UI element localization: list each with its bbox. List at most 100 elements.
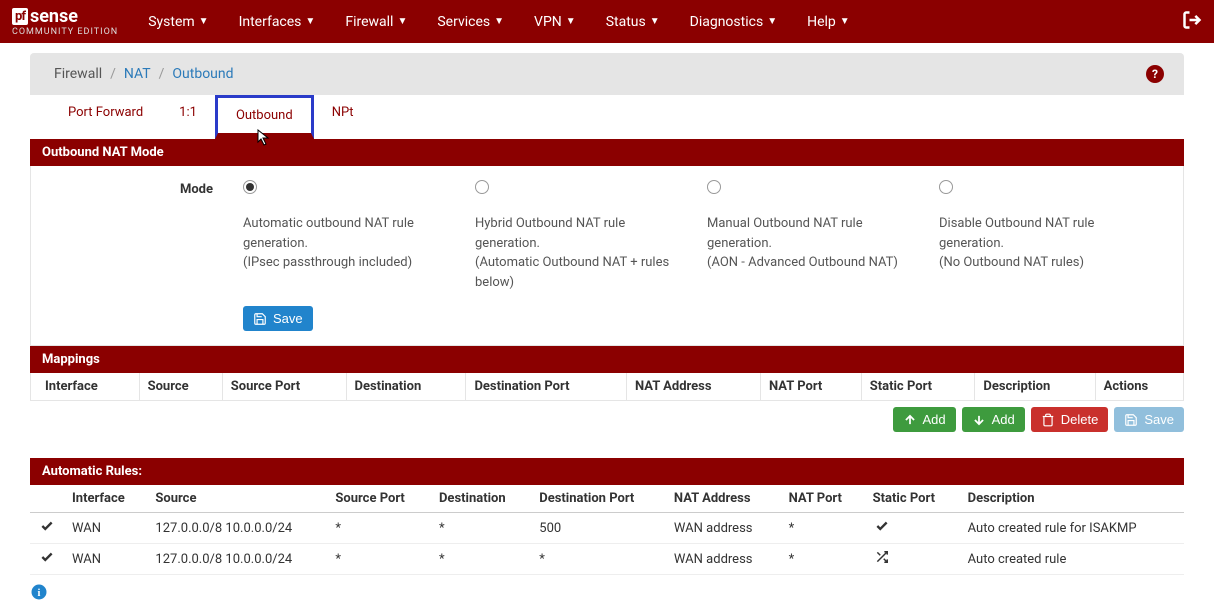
col-nataddr: NAT Address	[626, 373, 760, 401]
save-mappings-button[interactable]: Save	[1114, 407, 1184, 432]
cell-staticport	[865, 544, 960, 575]
help-icon[interactable]: ?	[1146, 65, 1164, 83]
col-source: Source	[139, 373, 222, 401]
col-staticport: Static Port	[861, 373, 975, 401]
cell-interface: WAN	[64, 513, 147, 544]
tab-outbound[interactable]: Outbound	[215, 95, 314, 139]
caret-down-icon: ▼	[199, 16, 209, 27]
cell-srcport: *	[327, 544, 431, 575]
table-row: WAN127.0.0.0/8 10.0.0.0/24**500WAN addre…	[30, 513, 1184, 544]
save-icon	[1124, 413, 1138, 427]
breadcrumb-sep: /	[110, 66, 116, 82]
nav-vpn[interactable]: VPN ▼	[534, 14, 576, 30]
col-interface: Interface	[31, 373, 140, 401]
logout-button[interactable]	[1182, 10, 1202, 34]
radio-hybrid[interactable]	[475, 180, 489, 194]
radio-automatic[interactable]	[243, 180, 257, 194]
col-actions: Actions	[1095, 373, 1183, 401]
caret-down-icon: ▼	[650, 16, 660, 27]
cell-dstport: *	[531, 544, 666, 575]
caret-down-icon: ▼	[566, 16, 576, 27]
nav-firewall[interactable]: Firewall ▼	[345, 14, 407, 30]
cell-dest: *	[431, 544, 531, 575]
save-mode-button[interactable]: Save	[243, 306, 313, 331]
logout-icon	[1182, 10, 1202, 30]
breadcrumb-nat[interactable]: NAT	[124, 66, 151, 82]
cell-dest: *	[431, 513, 531, 544]
nav-diagnostics-label: Diagnostics	[690, 14, 764, 30]
cell-nataddr: WAN address	[666, 544, 781, 575]
nav-status-label: Status	[606, 14, 646, 30]
logo[interactable]: pf sense COMMUNITY EDITION	[12, 6, 118, 37]
logo-sense: sense	[30, 6, 78, 27]
col-dstport: Destination Port	[466, 373, 627, 401]
tab-portforward[interactable]: Port Forward	[50, 95, 161, 139]
logo-subtitle: COMMUNITY EDITION	[12, 27, 118, 37]
nav-status[interactable]: Status ▼	[606, 14, 660, 30]
add-top-button[interactable]: Add	[893, 407, 956, 432]
nav-vpn-label: VPN	[534, 14, 562, 30]
radio-hybrid-desc: Hybrid Outbound NAT rule generation.(Aut…	[475, 214, 677, 292]
shuffle-icon	[873, 550, 891, 564]
caret-down-icon: ▼	[397, 16, 407, 27]
breadcrumb-sep: /	[159, 66, 165, 82]
delete-button[interactable]: Delete	[1031, 407, 1109, 432]
check-icon	[38, 519, 56, 533]
table-row: WAN127.0.0.0/8 10.0.0.0/24***WAN address…	[30, 544, 1184, 575]
nav-interfaces[interactable]: Interfaces▼	[239, 14, 316, 30]
nav-system-label: System	[148, 14, 194, 30]
tab-npt[interactable]: NPt	[314, 95, 372, 139]
cursor-icon	[257, 129, 271, 147]
col-status	[30, 485, 64, 513]
radio-automatic-desc: Automatic outbound NAT rule generation.(…	[243, 214, 445, 273]
breadcrumb-outbound[interactable]: Outbound	[172, 66, 233, 82]
panel-auto-rules-title: Automatic Rules:	[30, 458, 1184, 485]
cell-interface: WAN	[64, 544, 147, 575]
info-icon[interactable]: i	[30, 583, 48, 601]
save-mappings-label: Save	[1144, 412, 1174, 427]
nav-services[interactable]: Services ▼	[437, 14, 504, 30]
caret-down-icon: ▼	[494, 16, 504, 27]
col-dest: Destination	[346, 373, 466, 401]
radio-disable[interactable]	[939, 180, 953, 194]
cell-source: 127.0.0.0/8 10.0.0.0/24	[147, 544, 327, 575]
tab-oneone[interactable]: 1:1	[161, 95, 215, 139]
cell-source: 127.0.0.0/8 10.0.0.0/24	[147, 513, 327, 544]
check-icon	[38, 550, 56, 564]
nav-help[interactable]: Help▼	[807, 14, 850, 30]
cell-desc: Auto created rule	[960, 544, 1184, 575]
nav-help-label: Help	[807, 14, 836, 30]
nav-diagnostics[interactable]: Diagnostics▼	[690, 14, 777, 30]
nav-services-label: Services	[437, 14, 490, 30]
logo-pf: pf	[12, 8, 28, 25]
breadcrumb-firewall: Firewall	[54, 66, 102, 82]
panel-auto-rules: Automatic Rules: Interface Source Source…	[30, 458, 1184, 575]
radio-manual-desc: Manual Outbound NAT rule generation.(AON…	[707, 214, 909, 273]
acol-desc: Description	[960, 485, 1184, 513]
mode-label: Mode	[43, 180, 243, 197]
arrow-down-icon	[972, 413, 986, 427]
check-icon	[873, 519, 891, 533]
mappings-actions: Add Add Delete Save	[30, 401, 1184, 438]
panel-outbound-mode-title: Outbound NAT Mode	[30, 139, 1184, 166]
add-bottom-button[interactable]: Add	[962, 407, 1025, 432]
acol-nataddr: NAT Address	[666, 485, 781, 513]
acol-dest: Destination	[431, 485, 531, 513]
save-icon	[253, 312, 267, 326]
col-natport: NAT Port	[761, 373, 862, 401]
cell-natport: *	[781, 513, 865, 544]
acol-dstport: Destination Port	[531, 485, 666, 513]
caret-down-icon: ▼	[767, 16, 777, 27]
add-top-label: Add	[923, 412, 946, 427]
panel-mappings: Mappings Interface Source Source Port De…	[30, 346, 1184, 401]
cell-srcport: *	[327, 513, 431, 544]
nav-firewall-label: Firewall	[345, 14, 393, 30]
col-desc: Description	[975, 373, 1095, 401]
top-navbar: pf sense COMMUNITY EDITION System ▼ Inter…	[0, 0, 1214, 43]
arrow-up-icon	[903, 413, 917, 427]
breadcrumb: Firewall / NAT / Outbound ?	[30, 53, 1184, 95]
nav-system[interactable]: System ▼	[148, 14, 208, 30]
radio-manual[interactable]	[707, 180, 721, 194]
acol-srcport: Source Port	[327, 485, 431, 513]
tab-outbound-label: Outbound	[236, 108, 293, 123]
